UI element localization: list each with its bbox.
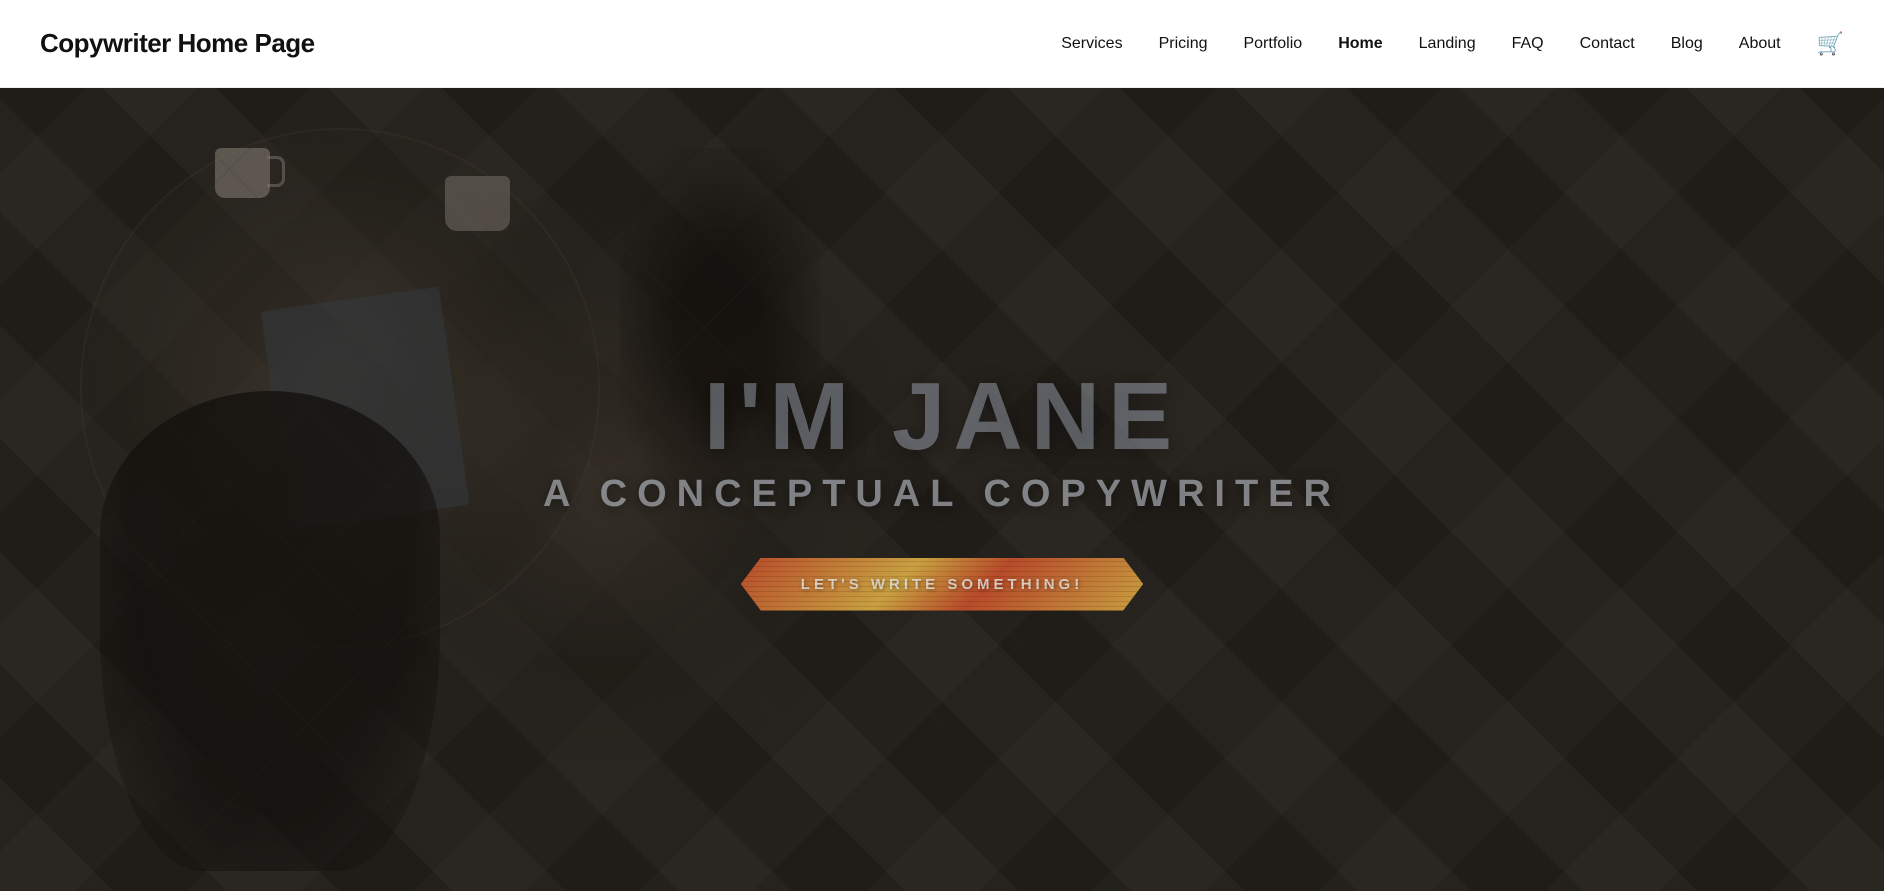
nav-services[interactable]: Services xyxy=(1061,35,1122,53)
hero-subheadline: A CONCEPTUAL COPYWRITER xyxy=(543,473,1341,516)
nav-landing[interactable]: Landing xyxy=(1419,35,1476,53)
hero-cta-container: LET'S WRITE SOMETHING! xyxy=(741,558,1143,611)
hero-content: I'M JANE A CONCEPTUAL COPYWRITER LET'S W… xyxy=(0,88,1884,891)
nav-pricing[interactable]: Pricing xyxy=(1159,35,1208,53)
hero-section: I'M JANE A CONCEPTUAL COPYWRITER LET'S W… xyxy=(0,88,1884,891)
nav-home[interactable]: Home xyxy=(1338,35,1382,53)
cart-icon[interactable]: 🛒 xyxy=(1817,31,1844,57)
site-header: Copywriter Home Page Services Pricing Po… xyxy=(0,0,1884,88)
nav-portfolio[interactable]: Portfolio xyxy=(1243,35,1302,53)
nav-faq[interactable]: FAQ xyxy=(1512,35,1544,53)
nav-blog[interactable]: Blog xyxy=(1671,35,1703,53)
nav-about[interactable]: About xyxy=(1739,35,1781,53)
nav-contact[interactable]: Contact xyxy=(1580,35,1635,53)
hero-cta-button[interactable]: LET'S WRITE SOMETHING! xyxy=(741,558,1143,611)
hero-headline: I'M JANE xyxy=(704,369,1180,465)
site-title: Copywriter Home Page xyxy=(40,28,315,59)
main-nav: Services Pricing Portfolio Home Landing … xyxy=(1061,31,1844,57)
